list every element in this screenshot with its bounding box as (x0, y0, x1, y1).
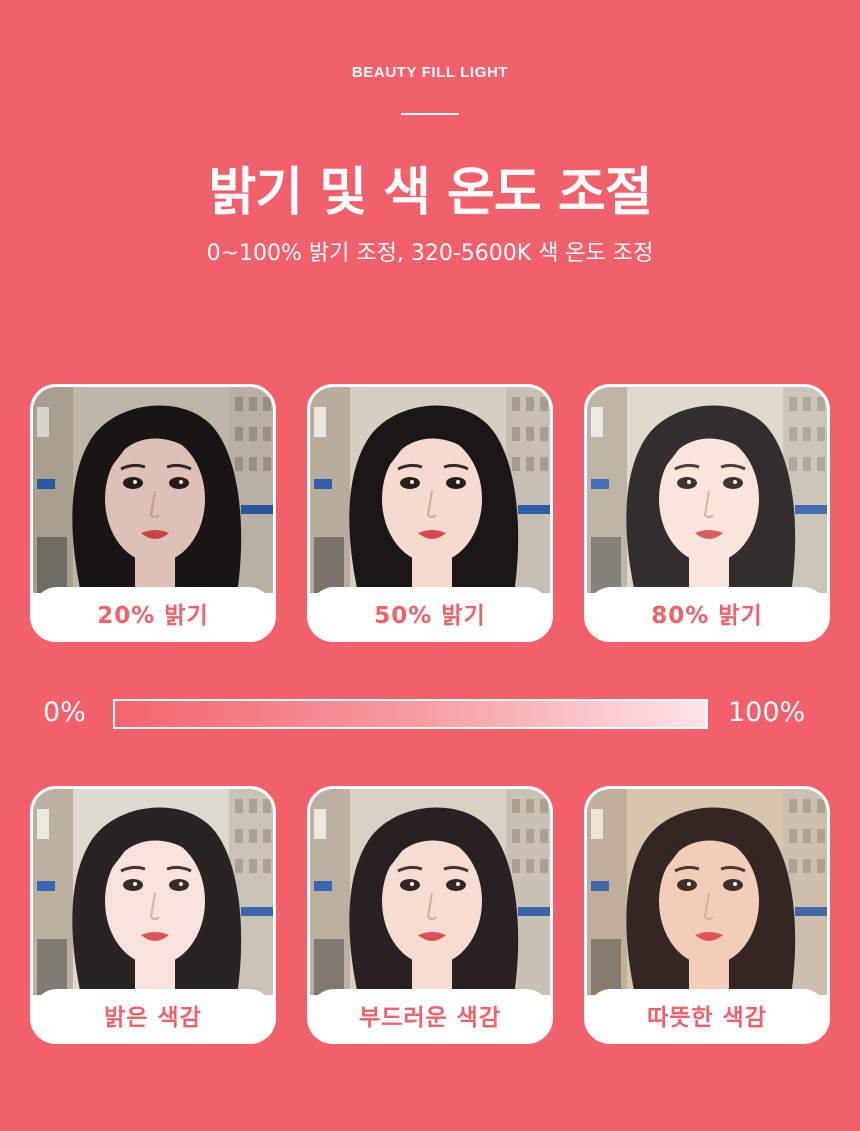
photo-tone-overlay (33, 387, 273, 593)
tone-card-warm: 따뜻한 색감 (584, 786, 830, 1044)
portrait-photo (587, 789, 827, 995)
eyebrow-label: BEAUTY FILL LIGHT (351, 64, 509, 81)
photo-tone-overlay (310, 789, 550, 995)
card-label: 밝은 색감 (104, 1005, 202, 1031)
photo-tone-overlay (33, 789, 273, 995)
portrait-photo (587, 387, 827, 593)
brightness-card-80: 80% 밝기 (584, 384, 830, 642)
card-label: 20% 밝기 (97, 603, 209, 629)
brightness-card-50: 50% 밝기 (307, 384, 553, 642)
page-title: 밝기 및 색 온도 조절 (208, 163, 652, 223)
brightness-card-20: 20% 밝기 (30, 384, 276, 642)
card-label-pill: 부드러운 색감 (310, 989, 550, 1041)
card-label-pill: 20% 밝기 (33, 587, 273, 639)
tone-card-soft: 부드러운 색감 (307, 786, 553, 1044)
portrait-photo (33, 789, 273, 995)
card-label: 따뜻한 색감 (647, 1005, 767, 1031)
tone-card-bright: 밝은 색감 (30, 786, 276, 1044)
card-label-pill: 밝은 색감 (33, 989, 273, 1041)
card-label: 50% 밝기 (374, 603, 486, 629)
title-divider (401, 113, 459, 115)
page-subtitle: 0~100% 밝기 조정, 320-5600K 색 온도 조정 (206, 241, 654, 266)
portrait-photo (310, 387, 550, 593)
card-label-pill: 80% 밝기 (587, 587, 827, 639)
photo-tone-overlay (587, 387, 827, 593)
portrait-photo (310, 789, 550, 995)
brightness-gradient-bar (113, 699, 708, 729)
photo-tone-overlay (587, 789, 827, 995)
card-label: 부드러운 색감 (359, 1005, 501, 1031)
scale-min-label: 0% (43, 697, 86, 728)
card-label: 80% 밝기 (651, 603, 763, 629)
photo-tone-overlay (310, 387, 550, 593)
card-label-pill: 따뜻한 색감 (587, 989, 827, 1041)
card-label-pill: 50% 밝기 (310, 587, 550, 639)
portrait-photo (33, 387, 273, 593)
scale-max-label: 100% (728, 697, 806, 728)
